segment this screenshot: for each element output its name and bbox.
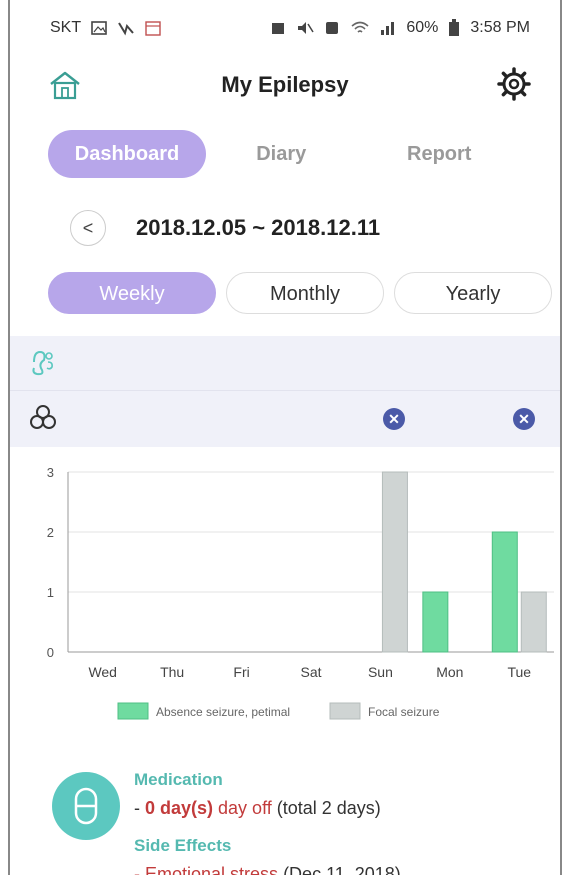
app-notification-icon	[118, 22, 134, 36]
chevron-left-icon: <	[82, 217, 94, 238]
missed-dose-sun-icon[interactable]: ✕	[383, 408, 405, 430]
previous-week-button[interactable]: <	[70, 210, 106, 246]
battery-icon	[449, 19, 460, 36]
page-title: My Epilepsy	[221, 72, 349, 97]
x-tick-label: Mon	[436, 664, 463, 680]
y-tick-label: 0	[47, 645, 54, 660]
x-tick-label: Thu	[160, 664, 184, 680]
bar-absence-mon	[422, 591, 449, 653]
days-off-count: 0 day(s)	[145, 798, 214, 818]
calendar-notification-icon	[145, 21, 161, 36]
legend-label: Focal seizure	[368, 705, 440, 719]
missed-dose-tue-icon[interactable]: ✕	[513, 408, 535, 430]
medication-title: Medication	[134, 770, 223, 789]
status-bar: SKT 60% 3:58 PM	[10, 0, 560, 56]
date-navigator: < 2018.12.05 ~ 2018.12.11	[70, 208, 380, 248]
weekly-button[interactable]: Weekly	[48, 272, 216, 314]
medication-summary: Medication - 0 day(s) day off (total 2 d…	[10, 760, 560, 875]
seizure-icon	[32, 350, 53, 376]
legend-swatch	[329, 702, 361, 720]
tab-dashboard[interactable]: Dashboard	[48, 130, 206, 178]
x-tick-label: Fri	[233, 664, 249, 680]
main-tabs: Dashboard Diary Report	[48, 128, 522, 180]
seizure-row	[10, 336, 560, 391]
gear-icon[interactable]	[496, 66, 532, 102]
clock: 3:58 PM	[470, 19, 530, 36]
legend-swatch	[117, 702, 149, 720]
bar-focal-tue	[520, 591, 547, 653]
y-tick-label: 3	[47, 465, 54, 480]
signal-icon	[381, 22, 395, 35]
date-range: 2018.12.05 ~ 2018.12.11	[136, 215, 381, 240]
x-tick-label: Wed	[88, 664, 117, 680]
x-tick-label: Tue	[507, 664, 531, 680]
monthly-button[interactable]: Monthly	[226, 272, 384, 314]
battery-percent: 60%	[406, 19, 439, 36]
capsule-icon	[52, 772, 120, 840]
x-tick-label: Sun	[368, 664, 393, 680]
gallery-notification-icon	[91, 21, 107, 35]
carrier-label: SKT	[50, 19, 82, 36]
wifi-icon	[351, 21, 369, 33]
y-tick-label: 2	[47, 525, 54, 540]
bar-focal-sun	[381, 471, 408, 653]
app-header: My Epilepsy	[10, 60, 560, 110]
bar-absence-tue	[491, 531, 518, 653]
seizure-chart: 0 1 2 3 Wed Thu Fri Sat Sun Mon Tue Absence seizure…	[47, 465, 554, 720]
mute-icon	[298, 22, 315, 34]
side-effects-title: Side Effects	[134, 836, 232, 855]
medication-row: ✕ ✕	[10, 391, 560, 447]
pills-icon	[30, 405, 56, 429]
legend-label: Absence seizure, petimal	[156, 705, 290, 719]
nfc-icon	[326, 22, 339, 34]
side-effect-item: - Emotional stress (Dec 11, 2018)	[134, 864, 401, 875]
tab-report[interactable]: Report	[356, 130, 522, 178]
alarm-icon	[272, 23, 285, 34]
yearly-button[interactable]: Yearly	[394, 272, 552, 314]
x-tick-label: Sat	[300, 664, 321, 680]
phone-screen: SKT 60% 3:58 PM My Epilepsy Dashboard Di…	[8, 0, 562, 875]
y-tick-label: 1	[47, 585, 54, 600]
tab-diary[interactable]: Diary	[206, 130, 356, 178]
medication-detail: - 0 day(s) day off (total 2 days)	[134, 798, 381, 818]
period-selector: Weekly Monthly Yearly	[48, 272, 552, 314]
